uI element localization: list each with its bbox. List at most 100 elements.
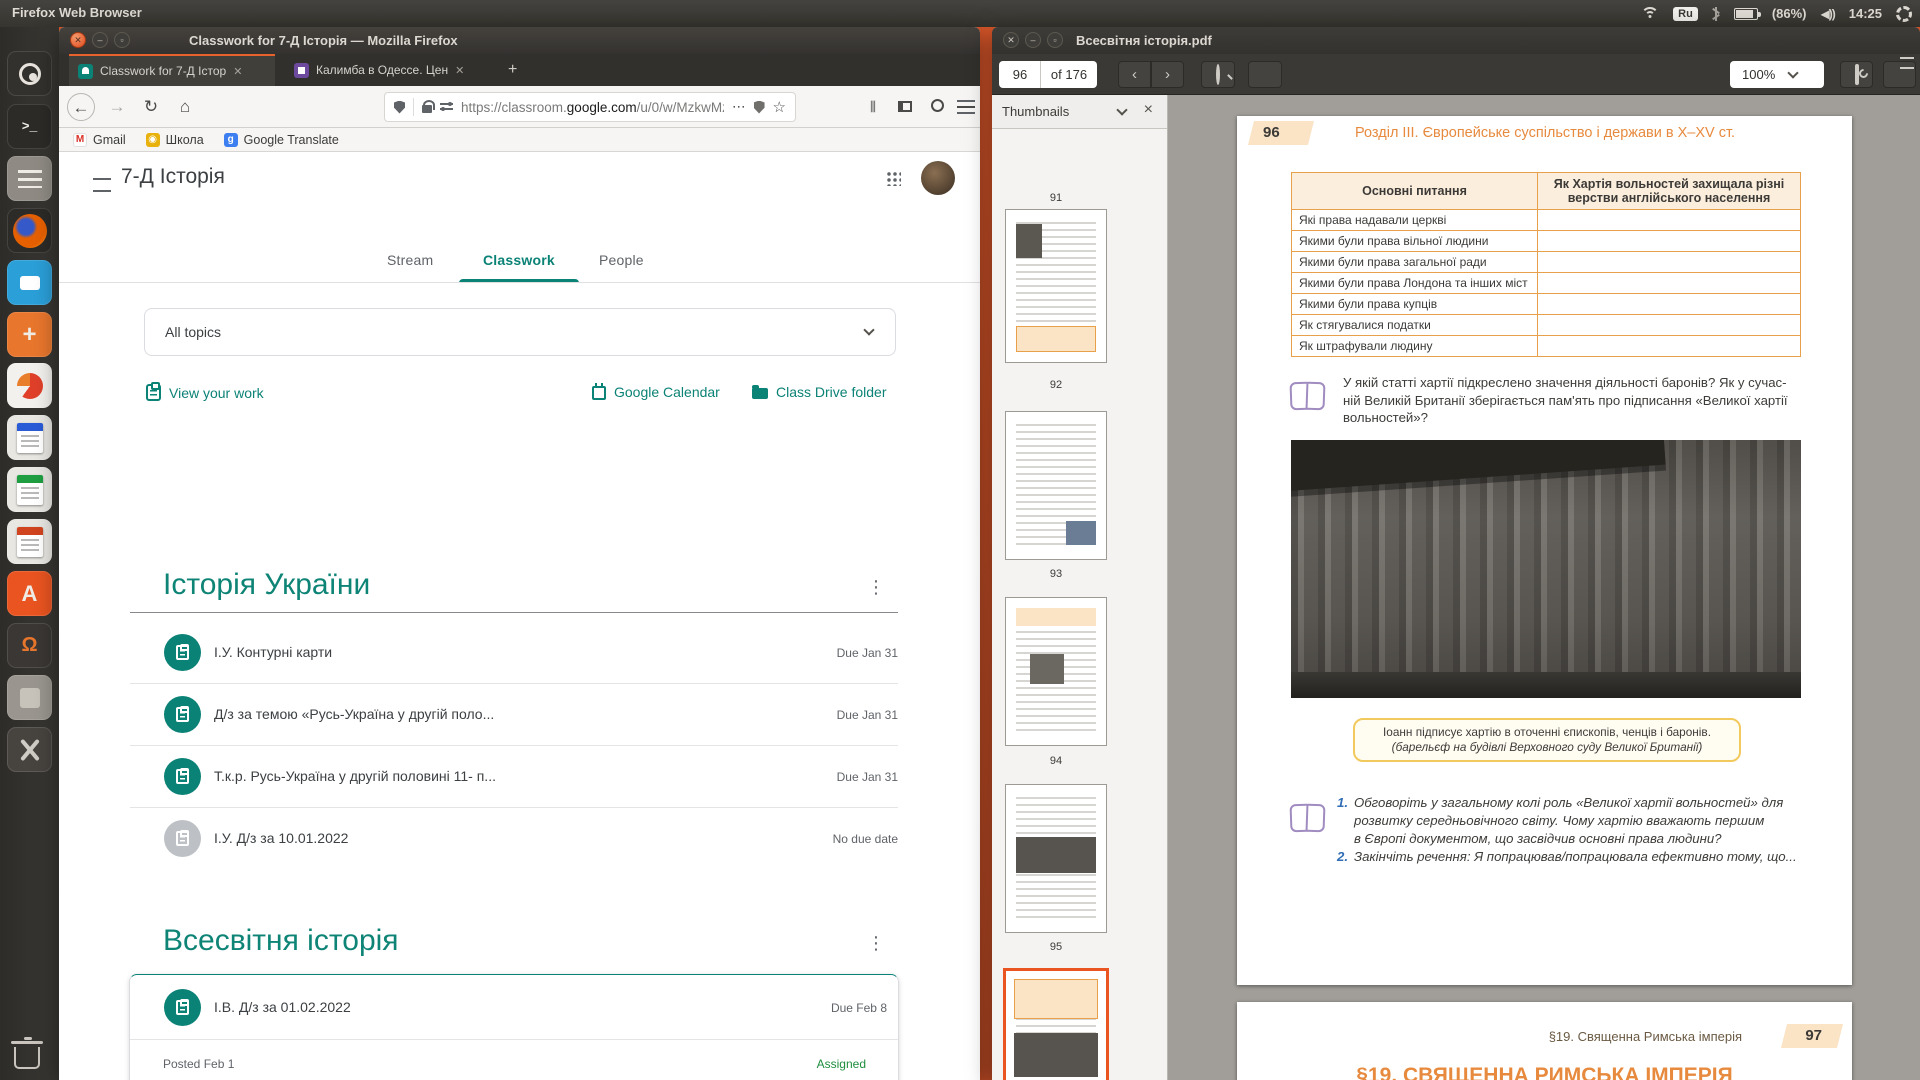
dock-icon-trash[interactable] bbox=[14, 1047, 40, 1069]
chevron-down-icon[interactable] bbox=[1116, 104, 1127, 115]
apps-grid-icon[interactable] bbox=[885, 170, 901, 186]
sidebar-icon[interactable] bbox=[891, 93, 919, 121]
pdf-menu-button[interactable] bbox=[1883, 61, 1916, 88]
url-bar[interactable]: https://classroom.google.com/u/0/w/MzkwM… bbox=[385, 93, 795, 121]
clock[interactable]: 14:25 bbox=[1849, 6, 1882, 21]
class-drive-folder-link[interactable]: Class Drive folder bbox=[752, 384, 886, 400]
dock-icon-software-app[interactable]: + bbox=[7, 312, 52, 357]
photo-caption: Іоанн підписує хартію в оточенні єпископ… bbox=[1353, 718, 1741, 762]
charter-table: Основні питання Як Хартія вольностей зах… bbox=[1291, 172, 1801, 357]
pdf-canvas[interactable]: 96 Розділ ІІІ. Європейське суспільство і… bbox=[1169, 95, 1920, 1080]
protections-icon[interactable] bbox=[754, 101, 765, 114]
assignment-row[interactable]: І.В. Д/з за 01.02.2022 Due Feb 8 bbox=[130, 977, 887, 1038]
close-panel-icon[interactable]: × bbox=[1144, 101, 1153, 119]
thumbnails-title[interactable]: Thumbnails bbox=[1002, 104, 1069, 119]
bookmark-school[interactable]: ◉Школа bbox=[146, 133, 204, 147]
tab-kalimba[interactable]: Калимба в Одессе. Цен ✕ bbox=[285, 54, 491, 86]
annotate-button[interactable] bbox=[1840, 61, 1873, 88]
school-icon: ◉ bbox=[146, 133, 160, 147]
bookmark-gmail[interactable]: MGmail bbox=[73, 133, 126, 147]
assignment-row[interactable]: І.У. Д/з за 10.01.2022 No due date bbox=[130, 808, 898, 869]
section-menu-icon[interactable]: ⋮ bbox=[867, 578, 885, 596]
dock-icon-dark-app[interactable]: Ω bbox=[7, 623, 52, 668]
permissions-icon[interactable] bbox=[440, 102, 453, 112]
dock-icon-a-app[interactable]: A bbox=[7, 571, 52, 616]
wifi-icon[interactable] bbox=[1641, 7, 1659, 20]
pdf-toolbar: 96 of 176 ‹ › 100% bbox=[992, 54, 1920, 95]
dock-icon-impress[interactable] bbox=[7, 519, 52, 564]
page-thumbnail[interactable] bbox=[1006, 412, 1106, 559]
google-calendar-link[interactable]: Google Calendar bbox=[592, 384, 720, 400]
page-number-input[interactable]: 96 bbox=[999, 61, 1041, 88]
window-maximize-button[interactable]: ▫ bbox=[1047, 32, 1063, 48]
reload-button[interactable]: ↻ bbox=[137, 93, 165, 121]
section-title[interactable]: Всесвітня історія bbox=[163, 924, 399, 958]
keyboard-layout-indicator[interactable]: Ru bbox=[1673, 7, 1698, 21]
account-icon[interactable] bbox=[923, 93, 951, 121]
menu-hamburger-icon[interactable] bbox=[952, 93, 980, 121]
bookmark-translate[interactable]: gGoogle Translate bbox=[224, 133, 339, 147]
annotate-icon bbox=[1855, 64, 1859, 85]
dock-icon-writer[interactable] bbox=[7, 415, 52, 460]
dock-icon-firefox[interactable] bbox=[7, 208, 52, 253]
thumbnails-header: Thumbnails × bbox=[992, 95, 1167, 129]
url-overflow-icon[interactable]: ⋯ bbox=[732, 99, 746, 115]
page-thumbnail-selected[interactable] bbox=[1006, 971, 1106, 1080]
dock-icon-terminal[interactable]: >_ bbox=[7, 104, 52, 149]
page-thumbnail[interactable] bbox=[1006, 785, 1106, 932]
side-pane-button[interactable] bbox=[1248, 61, 1282, 88]
dock-icon-files[interactable] bbox=[7, 156, 52, 201]
previous-page-button[interactable]: ‹ bbox=[1118, 61, 1151, 88]
dock-icon-calc[interactable] bbox=[7, 467, 52, 512]
new-tab-button[interactable]: + bbox=[499, 54, 529, 86]
forward-button[interactable]: → bbox=[103, 93, 131, 121]
tracking-shield-icon[interactable] bbox=[394, 101, 405, 114]
library-icon[interactable]: ⫼ bbox=[859, 93, 887, 121]
assignment-row[interactable]: Д/з за темою «Русь-Україна у другій поло… bbox=[130, 684, 898, 745]
volume-icon[interactable]: ◀)) bbox=[1821, 7, 1835, 21]
dock-icon-box-app[interactable] bbox=[7, 675, 52, 720]
assignment-row[interactable]: І.У. Контурні карти Due Jan 31 bbox=[130, 622, 898, 683]
bluetooth-icon[interactable] bbox=[1712, 7, 1720, 21]
dock-icon-dash[interactable] bbox=[7, 51, 52, 96]
window-maximize-button[interactable]: ▫ bbox=[114, 32, 130, 48]
next-page-button[interactable]: › bbox=[1151, 61, 1184, 88]
chapter-header: Розділ ІІІ. Європейське суспільство і де… bbox=[1355, 125, 1735, 141]
back-button[interactable]: ← bbox=[67, 93, 95, 121]
firefox-nav-toolbar: ← → ↻ ⌂ https://classroom.google.com/u/0… bbox=[59, 86, 980, 128]
window-minimize-button[interactable]: – bbox=[92, 32, 108, 48]
section-title[interactable]: Історія України bbox=[163, 568, 370, 602]
page-thumbnail[interactable] bbox=[1006, 210, 1106, 362]
assignment-row[interactable]: Т.к.р. Русь-Україна у другій половині 11… bbox=[130, 746, 898, 807]
tab-classwork[interactable]: Classwork for 7-Д Істор ✕ bbox=[69, 54, 275, 86]
lock-icon[interactable] bbox=[422, 105, 432, 113]
window-close-button[interactable]: ✕ bbox=[1003, 32, 1019, 48]
view-your-work-link[interactable]: View your work bbox=[146, 384, 264, 401]
tab-people[interactable]: People bbox=[599, 252, 644, 268]
course-title[interactable]: 7-Д Історія bbox=[121, 165, 225, 189]
tab-stream[interactable]: Stream bbox=[387, 252, 433, 268]
topics-filter-dropdown[interactable]: All topics bbox=[144, 308, 896, 356]
window-minimize-button[interactable]: – bbox=[1025, 32, 1041, 48]
firefox-window: ✕ – ▫ Classwork for 7-Д Історія — Mozill… bbox=[59, 27, 980, 1080]
search-button[interactable] bbox=[1201, 61, 1235, 88]
tab-classwork[interactable]: Classwork bbox=[483, 252, 555, 268]
tasks-block: 1.Обговоріть у загальному колі роль «Вел… bbox=[1337, 794, 1817, 866]
dock-icon-tools[interactable] bbox=[7, 727, 52, 772]
tab-close-icon[interactable]: ✕ bbox=[455, 64, 464, 77]
session-gear-icon[interactable] bbox=[1896, 6, 1912, 22]
avatar[interactable] bbox=[921, 161, 955, 195]
assignment-icon bbox=[164, 989, 201, 1026]
bookmarks-bar: MGmail ◉Школа gGoogle Translate bbox=[59, 128, 980, 152]
page-thumbnail[interactable] bbox=[1006, 598, 1106, 745]
zoom-dropdown[interactable]: 100% bbox=[1730, 61, 1824, 88]
tab-close-icon[interactable]: ✕ bbox=[233, 65, 242, 78]
home-button[interactable]: ⌂ bbox=[171, 93, 199, 121]
posted-date: Posted Feb 1 bbox=[163, 1057, 234, 1071]
bookmark-star-icon[interactable]: ☆ bbox=[773, 98, 786, 116]
dock-icon-media-app[interactable] bbox=[7, 363, 52, 408]
task-text: Обговоріть у загальному колі роль «Велик… bbox=[1354, 794, 1783, 848]
dock-icon-video-app[interactable] bbox=[7, 260, 52, 305]
window-close-button[interactable]: ✕ bbox=[70, 32, 86, 48]
section-menu-icon[interactable]: ⋮ bbox=[867, 934, 885, 952]
